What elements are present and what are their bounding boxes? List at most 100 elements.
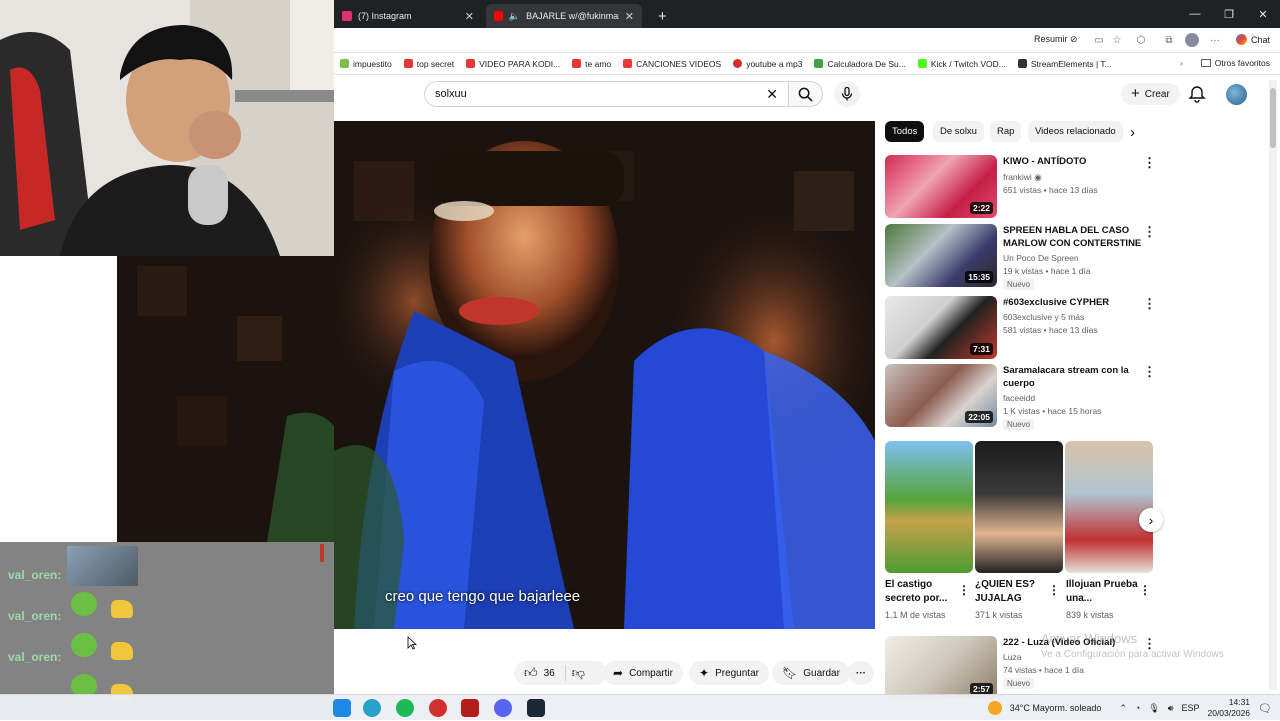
chip-rap[interactable]: Rap [990,121,1022,142]
bookmark-item[interactable]: impuestito [334,59,398,69]
search-button[interactable] [789,81,823,107]
short-title[interactable]: El castigo secreto por... [885,578,961,606]
scrollbar-thumb[interactable] [1270,88,1276,148]
obs-icon[interactable] [429,699,447,717]
thumbs-down-icon[interactable]: 👎︎ [572,665,585,681]
chevron-right-icon[interactable]: › [1180,58,1183,68]
bookmark-item[interactable]: te amo [566,59,617,69]
video-thumbnail[interactable]: 7:31 [885,296,997,359]
weather-text[interactable]: 34°C Mayorm. soleado [1010,703,1102,713]
video-thumbnail[interactable]: 2:22 [885,155,997,218]
ask-button[interactable]: ✦ Preguntar [689,661,769,685]
clock[interactable]: 14:31 20/03/2026 [1207,697,1250,719]
video-thumbnail[interactable]: 22:05 [885,364,997,427]
tab-youtube[interactable]: 🔈 BAJARLE w/@fukinmari - You ✕ [486,4,642,28]
new-tab-button[interactable]: + [650,4,675,28]
close-icon[interactable]: ✕ [465,10,474,23]
steam-icon[interactable] [527,699,545,717]
video-title[interactable]: #603exclusive CYPHER [1003,296,1143,309]
bookmark-item[interactable]: top secret [398,59,460,69]
voice-search-button[interactable] [834,81,860,107]
chevron-right-icon[interactable]: › [1130,124,1135,141]
tab-instagram[interactable]: (7) Instagram ✕ [334,4,482,28]
split-view-icon[interactable]: ▭ [1092,33,1106,47]
bookmark-icon [340,59,349,68]
short-thumbnail[interactable] [1065,441,1153,573]
address-bar-row: Resumir ⊘ ▭ ☆ ⬡ ⧉ ··· Chat [334,28,1280,53]
video-thumbnail[interactable]: 2:57 [885,636,997,699]
notification-icon[interactable]: 🗨︎ [1258,702,1272,715]
kebab-menu-icon[interactable]: ⋮ [1143,155,1156,171]
more-actions-button[interactable]: ··· [848,661,874,685]
chevron-up-icon[interactable]: ⌃ [1119,703,1127,714]
video-player[interactable] [334,121,875,629]
video-thumbnail[interactable]: 15:35 [885,224,997,287]
kebab-menu-icon[interactable]: ⋮ [1143,296,1156,312]
bookmark-label: VIDEO PARA KODI... [479,58,561,69]
bell-icon[interactable] [1188,85,1206,103]
short-title[interactable]: ¿QUIEN ES? JUJALAG [975,578,1051,606]
close-window-icon[interactable]: ✕ [1246,0,1280,28]
language-indicator[interactable]: ESP [1181,703,1199,713]
recommendation-item[interactable]: 22:05 Saramalacara stream con la cuerpo … [885,364,1165,430]
kebab-menu-icon[interactable]: ⋮ [1139,583,1151,597]
restore-icon[interactable]: ❐ [1212,0,1246,28]
short-thumbnail[interactable] [885,441,973,573]
chip-from-channel[interactable]: De solxu [933,121,984,142]
channel-name[interactable]: Un Poco De Spreen [1003,253,1079,263]
profile-icon[interactable] [1185,33,1199,47]
chip-related[interactable]: Videos relacionado [1028,121,1123,142]
volume-icon[interactable]: 🔊︎ [1168,703,1174,714]
scrollbar[interactable] [1269,80,1277,690]
avatar[interactable] [1226,84,1247,105]
recommendation-item[interactable]: 7:31 #603exclusive CYPHER 603exclusive y… [885,296,1165,362]
browser-icon[interactable] [363,699,381,717]
voicemeeter-icon[interactable] [461,699,479,717]
mic-icon[interactable]: 🎙︎ [1148,703,1159,714]
video-title[interactable]: Saramalacara stream con la cuerpo [1003,364,1143,390]
wifi-icon[interactable]: ◔ [1135,703,1140,713]
extensions-icon[interactable]: ⬡ [1134,33,1148,47]
short-thumbnail[interactable] [975,441,1063,573]
save-button[interactable]: 🔖︎ Guardar [772,661,850,685]
bookmark-item[interactable]: youtube a mp3 [727,59,808,69]
video-title[interactable]: SPREEN HABLA DEL CASO MARLOW CON CONTERS… [1003,224,1143,250]
star-icon[interactable]: ☆ [1110,33,1124,47]
share-button[interactable]: ➦ Compartir [603,661,683,685]
bookmark-item[interactable]: VIDEO PARA KODI... [460,59,566,69]
discord-icon[interactable] [494,699,512,717]
shorts-next-button[interactable]: › [1139,508,1163,532]
bookmark-item[interactable]: Kick / Twitch VOD... [912,59,1012,69]
short-title[interactable]: Illojuan Prueba una... [1066,578,1142,606]
spotify-icon[interactable] [396,699,414,717]
collections-icon[interactable]: ⧉ [1162,33,1176,47]
search-input[interactable]: solxuu ✕ [424,81,789,107]
channel-name[interactable]: Luza [1003,652,1021,662]
scroll-marker [320,544,324,562]
kebab-menu-icon[interactable]: ⋮ [1048,583,1060,597]
bookmark-item[interactable]: StreamElements | T... [1012,59,1118,69]
channel-name[interactable]: frankiwi ◉ [1003,172,1042,183]
minimize-icon[interactable]: — [1178,0,1212,28]
clear-icon[interactable]: ✕ [766,86,778,103]
copilot-chat-button[interactable]: Chat [1235,34,1270,45]
create-button[interactable]: + Crear [1121,83,1180,105]
kebab-menu-icon[interactable]: ⋮ [1143,364,1156,380]
close-icon[interactable]: ✕ [625,10,634,23]
channel-name[interactable]: faceeidd [1003,393,1035,403]
more-icon[interactable]: ··· [1208,33,1222,47]
video-title[interactable]: KIWO - ANTÍDOTO [1003,155,1143,168]
recommendation-item[interactable]: 15:35 SPREEN HABLA DEL CASO MARLOW CON C… [885,224,1165,290]
kebab-menu-icon[interactable]: ⋮ [958,583,970,597]
resumir-button[interactable]: Resumir ⊘ [1034,34,1078,45]
edge-icon[interactable] [333,699,351,717]
chip-all[interactable]: Todos [885,121,925,142]
bookmark-item[interactable]: Calculadora De Su... [808,59,911,69]
kebab-menu-icon[interactable]: ⋮ [1143,224,1156,240]
channel-name[interactable]: 603exclusive y 5 más [1003,312,1084,322]
bookmark-item[interactable]: CANCIONES VIDEOS [617,59,727,69]
other-bookmarks[interactable]: › Otros favoritos [1180,58,1270,68]
recommendation-item[interactable]: 2:22 KIWO - ANTÍDOTO frankiwi ◉ 651 vist… [885,155,1165,221]
like-button[interactable]: 👍︎ 36 [524,665,555,681]
speaker-icon[interactable]: 🔈 [509,11,520,22]
